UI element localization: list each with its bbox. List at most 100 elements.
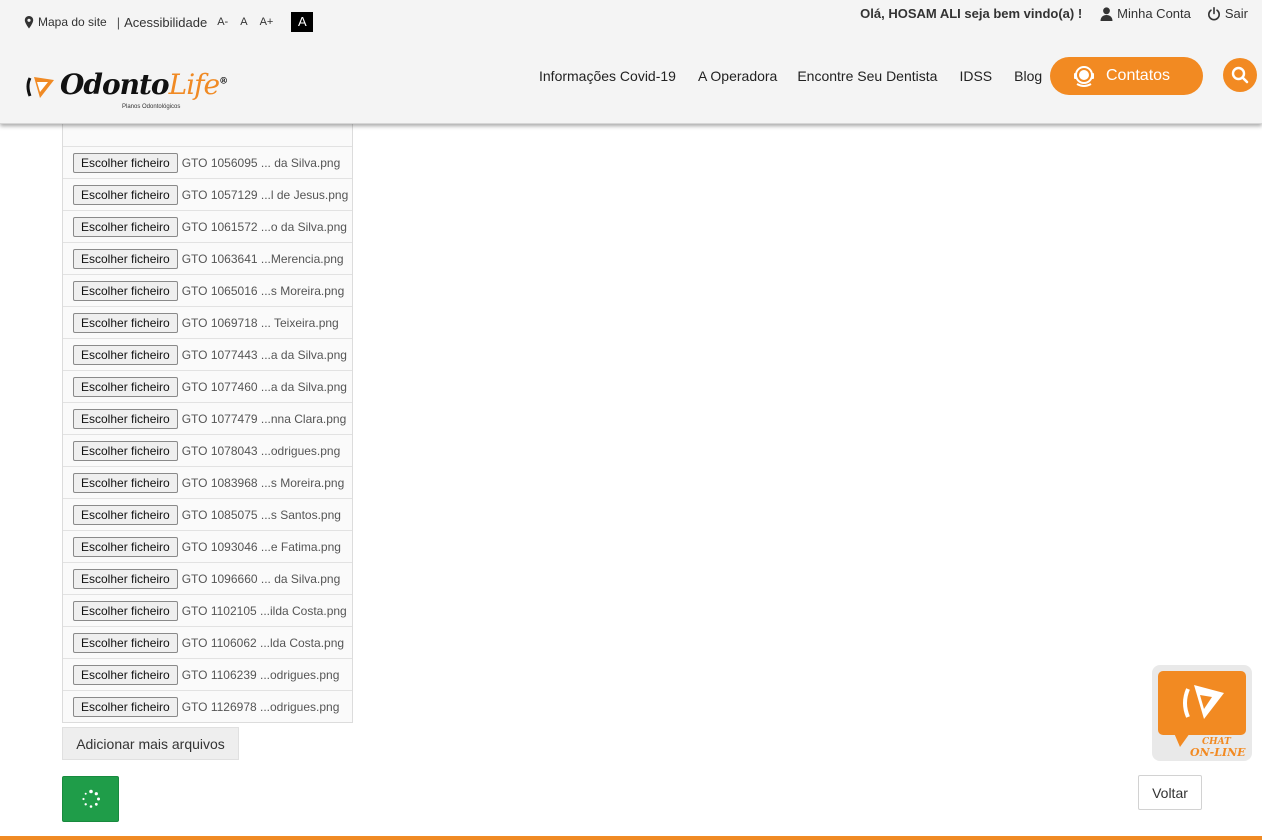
file-name: GTO 1083968 ...s Moreira.png — [181, 475, 345, 490]
accessibility-bar: Mapa do site | Acessibilidade A- A A+ A — [24, 12, 314, 32]
choose-file-button[interactable]: Escolher ficheiro — [73, 408, 178, 429]
nav-item-operadora[interactable]: A Operadora — [698, 68, 777, 84]
font-normal-button[interactable]: A — [240, 16, 247, 28]
chat-logo-icon — [1183, 685, 1224, 719]
search-button[interactable] — [1223, 58, 1257, 92]
choose-file-button[interactable]: Escolher ficheiro — [73, 472, 178, 493]
accessibility-link[interactable]: Acessibilidade — [124, 15, 207, 30]
file-row: Escolher ficheiro GTO 1077479 ...nna Clar… — [63, 402, 352, 434]
main-nav: Informações Covid-19 A Operadora Encontr… — [539, 68, 1064, 84]
file-name: GTO 1065016 ...s Moreira.png — [181, 283, 345, 298]
logout-label: Sair — [1224, 6, 1248, 21]
choose-file-button[interactable]: Escolher ficheiro — [73, 280, 178, 301]
file-name: GTO 1085075 ...s Santos.png — [181, 507, 341, 522]
choose-file-button[interactable]: Escolher ficheiro — [73, 504, 178, 525]
file-row: Escolher ficheiro GTO 1078043 ...odrigues… — [63, 434, 352, 466]
my-account-label: Minha Conta — [1117, 6, 1191, 21]
font-increase-button[interactable]: A+ — [260, 16, 274, 28]
nav-item-covid[interactable]: Informações Covid-19 — [539, 68, 676, 84]
file-row: Escolher ficheiro GTO 1093046 ...e Fatima… — [63, 530, 352, 562]
add-more-files-button[interactable]: Adicionar mais arquivos — [62, 727, 239, 760]
separator: | — [116, 14, 121, 30]
file-name: GTO 1077460 ...a da Silva.png — [181, 379, 347, 394]
file-name: GTO 1078043 ...odrigues.png — [181, 443, 341, 458]
map-pin-icon — [24, 15, 34, 29]
choose-file-button[interactable]: Escolher ficheiro — [73, 696, 178, 717]
nav-item-blog[interactable]: Blog — [1014, 68, 1042, 84]
file-name: GTO 1077479 ...nna Clara.png — [181, 411, 347, 426]
file-name: GTO 1093046 ...e Fatima.png — [181, 539, 341, 554]
user-icon — [1100, 6, 1113, 21]
file-row — [63, 124, 352, 146]
choose-file-button[interactable]: Escolher ficheiro — [73, 312, 178, 333]
file-name: GTO 1096660 ... da Silva.png — [181, 571, 341, 586]
contacts-label: Contatos — [1106, 67, 1171, 84]
font-decrease-button[interactable]: A- — [217, 16, 228, 28]
file-row: Escolher ficheiro GTO 1063641 ...Merencia… — [63, 242, 352, 274]
footer-accent-bar — [0, 836, 1262, 840]
chat-bubble — [1158, 671, 1246, 735]
file-name: GTO 1057129 ...l de Jesus.png — [181, 187, 349, 202]
logo-wordmark: OdontoLife® — [60, 68, 228, 101]
chat-bubble-tail — [1174, 733, 1190, 747]
file-row: Escolher ficheiro GTO 1077443 ...a da Sil… — [63, 338, 352, 370]
loading-spinner-icon — [81, 789, 100, 808]
file-name: GTO 1069718 ... Teixeira.png — [181, 315, 339, 330]
power-icon — [1207, 6, 1220, 20]
file-row: Escolher ficheiro GTO 1056095 ... da Silv… — [63, 146, 352, 178]
file-row: Escolher ficheiro GTO 1096660 ... da Silv… — [63, 562, 352, 594]
chat-label-line2: ON-LINE — [1190, 746, 1246, 759]
choose-file-button[interactable]: Escolher ficheiro — [73, 184, 178, 205]
welcome-message: Olá, HOSAM ALI seja bem vindo(a) ! — [860, 6, 1083, 21]
file-name: GTO 1061572 ...o da Silva.png — [181, 219, 347, 234]
logout-link[interactable]: Sair — [1207, 6, 1248, 21]
file-row: Escolher ficheiro GTO 1083968 ...s Moreir… — [63, 466, 352, 498]
choose-file-button[interactable]: Escolher ficheiro — [73, 248, 178, 269]
choose-file-button[interactable]: Escolher ficheiro — [73, 568, 178, 589]
file-row: Escolher ficheiro GTO 1057129 ...l de Jes… — [63, 178, 352, 210]
submit-loading-button[interactable] — [62, 776, 119, 822]
file-name: GTO 1106239 ...odrigues.png — [181, 667, 340, 682]
file-name: GTO 1126978 ...odrigues.png — [181, 699, 340, 714]
file-upload-list: Escolher ficheiro GTO 1056095 ... da Silv… — [62, 124, 353, 723]
chat-online-widget[interactable]: CHAT ON-LINE — [1152, 665, 1252, 761]
high-contrast-button[interactable]: A — [291, 12, 314, 32]
contacts-button[interactable]: Contatos — [1050, 57, 1203, 95]
choose-file-button[interactable]: Escolher ficheiro — [73, 216, 178, 237]
file-name: GTO 1106062 ...lda Costa.png — [181, 635, 345, 650]
file-row: Escolher ficheiro GTO 1102105 ...ilda Cos… — [63, 594, 352, 626]
logo-mark-icon — [26, 77, 54, 98]
file-name: GTO 1056095 ... da Silva.png — [181, 155, 341, 170]
file-row: Escolher ficheiro GTO 1077460 ...a da Sil… — [63, 370, 352, 402]
file-name: GTO 1063641 ...Merencia.png — [181, 251, 344, 266]
logo-tagline: Planos Odontológicos — [122, 104, 181, 110]
choose-file-button[interactable]: Escolher ficheiro — [73, 440, 178, 461]
back-button[interactable]: Voltar — [1138, 775, 1202, 810]
logo-brand-main: Odonto — [60, 68, 170, 101]
choose-file-button[interactable]: Escolher ficheiro — [73, 344, 178, 365]
choose-file-button[interactable]: Escolher ficheiro — [73, 632, 178, 653]
search-icon — [1231, 66, 1249, 84]
choose-file-button[interactable]: Escolher ficheiro — [73, 664, 178, 685]
file-row: Escolher ficheiro GTO 1065016 ...s Moreir… — [63, 274, 352, 306]
file-row: Escolher ficheiro GTO 1085075 ...s Santos… — [63, 498, 352, 530]
choose-file-button[interactable]: Escolher ficheiro — [73, 152, 178, 173]
file-row: Escolher ficheiro GTO 1061572 ...o da Sil… — [63, 210, 352, 242]
support-agent-icon — [1074, 66, 1094, 87]
file-row: Escolher ficheiro GTO 1126978 ...odrigues… — [63, 690, 352, 722]
my-account-link[interactable]: Minha Conta — [1100, 6, 1191, 21]
file-row: Escolher ficheiro GTO 1106062 ...lda Cost… — [63, 626, 352, 658]
nav-item-dentista[interactable]: Encontre Seu Dentista — [797, 68, 937, 84]
logo-brand-accent: Life — [168, 68, 220, 101]
site-header: Mapa do site | Acessibilidade A- A A+ A … — [0, 0, 1262, 124]
file-row: Escolher ficheiro GTO 1106239 ...odrigues… — [63, 658, 352, 690]
choose-file-button[interactable]: Escolher ficheiro — [73, 536, 178, 557]
sitemap-link[interactable]: Mapa do site — [38, 15, 107, 29]
file-name: GTO 1102105 ...ilda Costa.png — [181, 603, 347, 618]
logo-registered: ® — [219, 76, 228, 87]
choose-file-button[interactable]: Escolher ficheiro — [73, 600, 178, 621]
user-bar: Olá, HOSAM ALI seja bem vindo(a) ! Minha… — [860, 6, 1248, 21]
odontolife-logo[interactable]: OdontoLife® Planos Odontológicos — [26, 66, 228, 116]
nav-item-idss[interactable]: IDSS — [959, 68, 992, 84]
choose-file-button[interactable]: Escolher ficheiro — [73, 376, 178, 397]
